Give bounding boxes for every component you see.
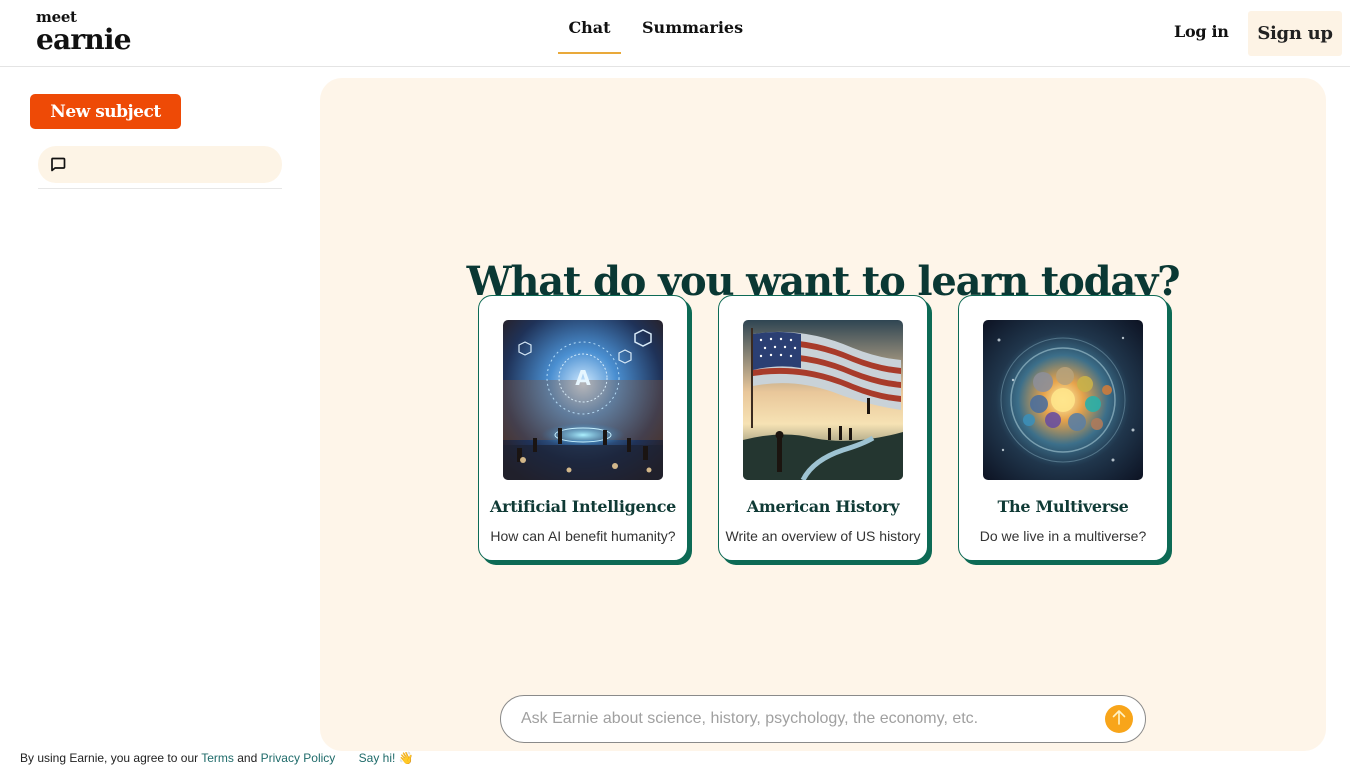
- privacy-policy-link[interactable]: Privacy Policy: [261, 751, 336, 765]
- main-nav: Chat Summaries: [558, 0, 743, 66]
- arrow-up-icon: [1111, 708, 1127, 731]
- card-description: Do we live in a multiverse?: [979, 528, 1147, 544]
- svg-text:A: A: [575, 366, 591, 390]
- terms-link[interactable]: Terms: [201, 751, 234, 765]
- card-title: American History: [746, 497, 900, 516]
- tab-chat[interactable]: Chat: [558, 0, 621, 54]
- earnie-logo[interactable]: meet earnie: [36, 10, 132, 56]
- multiverse-bubbles-illustration: [983, 320, 1143, 480]
- say-hi-link[interactable]: Say hi! 👋: [359, 751, 414, 765]
- sidebar-divider: [38, 188, 282, 189]
- tab-summaries[interactable]: Summaries: [642, 0, 743, 54]
- login-button[interactable]: Log in: [1174, 22, 1229, 41]
- sidebar-chat-item[interactable]: [38, 146, 282, 183]
- card-description: How can AI benefit humanity?: [490, 528, 676, 544]
- ask-input[interactable]: [521, 696, 1101, 742]
- waving-hand-icon: 👋: [398, 751, 414, 765]
- card-title: Artificial Intelligence: [489, 497, 677, 516]
- send-button[interactable]: [1105, 705, 1133, 733]
- american-flag-illustration: [743, 320, 903, 480]
- say-hi-label: Say hi!: [358, 751, 396, 765]
- message-square-icon: [50, 157, 66, 172]
- card-description: Write an overview of US history: [725, 528, 921, 544]
- ai-network-illustration: A: [503, 320, 663, 480]
- ask-bar: [500, 695, 1146, 743]
- new-subject-button[interactable]: New subject: [30, 94, 181, 129]
- logo-earnie: earnie: [36, 23, 132, 56]
- topic-card-multiverse[interactable]: The Multiverse Do we live in a multivers…: [958, 295, 1168, 561]
- footer-text: By using Earnie, you agree to our: [20, 751, 202, 765]
- top-bar: meet earnie Chat Summaries Log in Sign u…: [0, 0, 1350, 67]
- footer-and: and: [233, 751, 261, 765]
- footer: By using Earnie, you agree to our Terms …: [20, 751, 414, 765]
- topic-card-ai[interactable]: A Artificial Intelligence How can AI ben…: [478, 295, 688, 561]
- signup-button[interactable]: Sign up: [1248, 11, 1342, 56]
- card-title: The Multiverse: [997, 497, 1129, 516]
- topic-card-american-history[interactable]: American History Write an overview of US…: [718, 295, 928, 561]
